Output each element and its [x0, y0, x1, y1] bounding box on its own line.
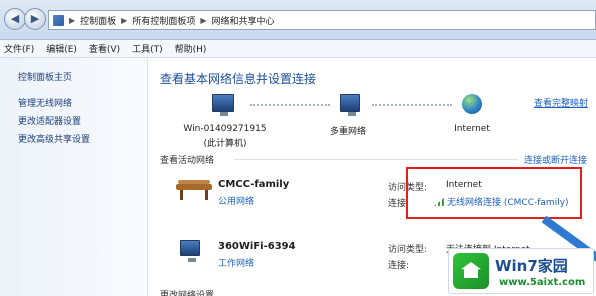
- network-type-link[interactable]: 工作网络: [218, 256, 254, 269]
- menu-help[interactable]: 帮助(H): [175, 42, 207, 55]
- menu-edit[interactable]: 编辑(E): [46, 42, 77, 55]
- adapter-settings-link[interactable]: 更改适配器设置: [18, 114, 81, 127]
- watermark-url: www.5aixt.com: [499, 277, 586, 288]
- public-network-icon: [176, 180, 212, 200]
- computer-icon: [212, 94, 234, 116]
- connection-label: 连接:: [388, 261, 410, 271]
- chevron-right-icon: ▶: [121, 15, 128, 25]
- manage-wireless-link[interactable]: 管理无线网络: [18, 96, 72, 109]
- node-label-computer: Win-01409271915: [183, 124, 267, 134]
- divider: [234, 159, 518, 160]
- connect-disconnect-link[interactable]: 连接或断开连接: [524, 153, 587, 166]
- change-settings-header: 更改网络设置: [160, 291, 215, 296]
- connection-line: [250, 104, 330, 106]
- menu-file[interactable]: 文件(F): [4, 42, 34, 55]
- forward-button[interactable]: ▶: [24, 8, 46, 30]
- node-label-multiple: 多重网络: [329, 127, 366, 137]
- control-panel-home-link[interactable]: 控制面板主页: [18, 70, 72, 83]
- home-logo-icon: [453, 253, 489, 289]
- back-button[interactable]: ◀: [4, 8, 26, 30]
- chevron-right-icon: ▶: [200, 15, 207, 25]
- multiple-networks-icon: [340, 94, 360, 116]
- network-name: CMCC-family: [218, 179, 290, 190]
- see-full-map-link[interactable]: 查看完整映射: [534, 96, 588, 109]
- chevron-right-icon: ▶: [69, 15, 76, 25]
- watermark: Win7家园 www.5aixt.com: [448, 248, 594, 294]
- access-type-label: 访问类型:: [388, 245, 428, 255]
- network-type-link[interactable]: 公用网络: [218, 194, 254, 207]
- breadcrumb-network-center[interactable]: 网络和共享中心: [212, 14, 275, 27]
- work-network-icon: [180, 240, 200, 262]
- node-label-internet: Internet: [454, 124, 490, 134]
- breadcrumb-control-panel[interactable]: 控制面板: [80, 14, 116, 27]
- title-bar: ◀ ▶ ▶ 控制面板 ▶ 所有控制面板项 ▶ 网络和共享中心: [0, 0, 596, 40]
- node-sublabel-computer: (此计算机): [203, 139, 247, 149]
- menu-tools[interactable]: 工具(T): [132, 42, 163, 55]
- connection-line: [372, 104, 452, 106]
- address-bar[interactable]: ▶ 控制面板 ▶ 所有控制面板项 ▶ 网络和共享中心: [48, 10, 596, 30]
- page-title: 查看基本网络信息并设置连接: [160, 72, 317, 86]
- watermark-title: Win7家园: [495, 257, 568, 275]
- breadcrumb-all-items[interactable]: 所有控制面板项: [132, 14, 195, 27]
- menu-view[interactable]: 查看(V): [89, 42, 120, 55]
- highlight-box: [406, 167, 582, 219]
- advanced-sharing-link[interactable]: 更改高级共享设置: [18, 132, 90, 145]
- active-networks-header: 查看活动网络: [160, 156, 215, 166]
- control-panel-icon: [53, 14, 64, 26]
- left-pane: 控制面板主页 管理无线网络 更改适配器设置 更改高级共享设置: [0, 58, 148, 296]
- menu-bar: 文件(F) 编辑(E) 查看(V) 工具(T) 帮助(H): [0, 40, 596, 58]
- internet-globe-icon: [462, 94, 482, 114]
- network-name: 360WiFi-6394: [218, 241, 296, 252]
